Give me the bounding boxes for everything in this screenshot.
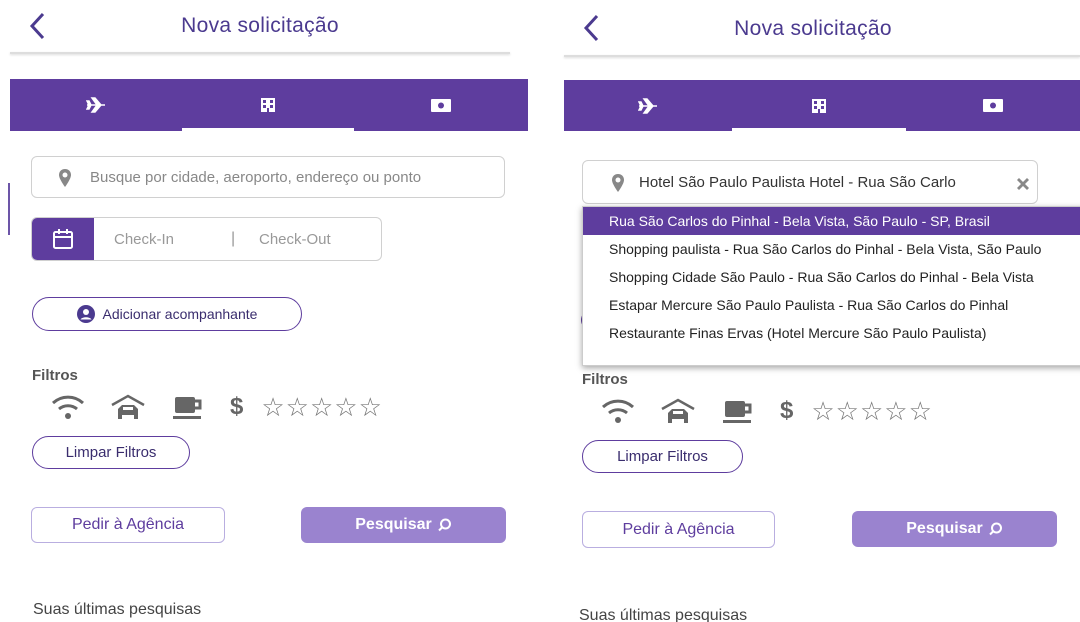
calendar-icon — [53, 229, 73, 249]
add-companion-button[interactable]: Adicionar acompanhante — [32, 297, 302, 331]
coffee-icon[interactable] — [170, 393, 206, 421]
hotel-icon — [261, 98, 275, 112]
search-value: Hotel São Paulo Paulista Hotel - Rua São… — [639, 174, 956, 191]
screen-right: Nova solicitação Hotel São Paulo Paulist… — [552, 0, 1080, 622]
location-pin-icon — [59, 169, 71, 187]
ask-agency-button[interactable]: Pedir à Agência — [582, 511, 775, 548]
suggestion-item[interactable]: Shopping paulista - Rua São Carlos do Pi… — [583, 235, 1080, 263]
star-icon[interactable]: ☆ — [359, 394, 382, 420]
page-title: Nova solicitação — [734, 17, 892, 40]
airplane-icon — [638, 97, 657, 114]
suggestion-item[interactable]: Estapar Mercure São Paulo Paulista - Rua… — [583, 291, 1080, 319]
clear-filters-button[interactable]: Limpar Filtros — [32, 436, 190, 469]
car-icon[interactable] — [660, 397, 696, 425]
clear-x-icon[interactable] — [1015, 176, 1031, 192]
category-tabs — [564, 80, 1080, 131]
user-circle-icon — [76, 305, 95, 323]
filter-icons: $ ☆ ☆ ☆ ☆ ☆ — [600, 397, 933, 425]
star-icon[interactable]: ☆ — [860, 398, 883, 424]
check-in-field[interactable]: Check-In — [114, 231, 174, 248]
search-icon — [438, 518, 451, 532]
scroll-indicator — [8, 183, 10, 235]
recent-searches-title: Suas últimas pesquisas — [33, 601, 202, 618]
header-divider — [10, 52, 510, 54]
destination-search-input[interactable]: Hotel São Paulo Paulista Hotel - Rua São… — [582, 160, 1038, 204]
airplane-icon — [86, 97, 105, 113]
search-button[interactable]: Pesquisar — [301, 507, 506, 543]
star-icon[interactable]: ☆ — [884, 398, 907, 424]
wifi-icon[interactable] — [600, 397, 636, 425]
header-divider — [564, 55, 1080, 57]
filters-label: Filtros — [32, 367, 78, 384]
suggestion-item[interactable]: Rua São Carlos do Pinhal - Bela Vista, S… — [583, 207, 1080, 235]
tab-hotels[interactable] — [732, 80, 906, 131]
search-icon — [989, 522, 1002, 536]
clear-filters-button[interactable]: Limpar Filtros — [582, 440, 743, 473]
screen-left: Nova solicitação Busque por cidade, aero… — [0, 0, 540, 622]
filter-icons: $ ☆ ☆ ☆ ☆ ☆ — [50, 393, 383, 421]
car-icon[interactable] — [110, 393, 146, 421]
star-icon[interactable]: ☆ — [286, 394, 309, 420]
tab-flights[interactable] — [564, 80, 732, 131]
star-icon[interactable]: ☆ — [836, 398, 859, 424]
search-placeholder: Busque por cidade, aeroporto, endereço o… — [90, 169, 422, 186]
star-rating-filter[interactable]: ☆ ☆ ☆ ☆ ☆ — [811, 398, 933, 424]
search-button[interactable]: Pesquisar — [852, 511, 1057, 547]
search-button-label: Pesquisar — [906, 520, 983, 537]
suggestion-item[interactable]: Restaurante Finas Ervas (Hotel Mercure S… — [583, 319, 1080, 347]
star-icon[interactable]: ☆ — [334, 394, 357, 420]
category-tabs — [10, 79, 528, 131]
recent-searches-title: Suas últimas pesquisas — [579, 607, 748, 622]
tab-money[interactable] — [354, 79, 528, 131]
star-icon[interactable]: ☆ — [310, 394, 333, 420]
ask-agency-button[interactable]: Pedir à Agência — [31, 507, 225, 543]
tab-hotels[interactable] — [182, 79, 354, 131]
wifi-icon[interactable] — [50, 393, 86, 421]
tab-money[interactable] — [906, 80, 1080, 131]
money-icon — [983, 99, 1003, 112]
coffee-icon[interactable] — [720, 397, 756, 425]
search-button-label: Pesquisar — [355, 516, 432, 533]
price-filter[interactable]: $ — [230, 393, 243, 421]
star-icon[interactable]: ☆ — [261, 394, 284, 420]
autocomplete-dropdown: Rua São Carlos do Pinhal - Bela Vista, S… — [582, 206, 1080, 366]
tab-flights[interactable] — [10, 79, 182, 131]
star-rating-filter[interactable]: ☆ ☆ ☆ ☆ ☆ — [261, 394, 383, 420]
add-companion-label: Adicionar acompanhante — [102, 306, 258, 322]
date-separator: | — [231, 230, 236, 247]
page-title: Nova solicitação — [181, 14, 339, 37]
hotel-icon — [812, 98, 826, 113]
star-icon[interactable]: ☆ — [909, 398, 932, 424]
calendar-button[interactable] — [32, 218, 94, 260]
filters-label: Filtros — [582, 371, 628, 388]
suggestion-item[interactable]: Shopping Cidade São Paulo - Rua São Carl… — [583, 263, 1080, 291]
money-icon — [431, 98, 451, 112]
app-header: Nova solicitação — [552, 0, 1080, 57]
date-range-picker[interactable]: Check-In | Check-Out — [31, 217, 382, 261]
location-pin-icon — [612, 174, 624, 192]
app-header: Nova solicitação — [0, 0, 520, 56]
check-out-field[interactable]: Check-Out — [259, 231, 331, 248]
price-filter[interactable]: $ — [780, 397, 793, 425]
star-icon[interactable]: ☆ — [811, 398, 834, 424]
destination-search-input[interactable]: Busque por cidade, aeroporto, endereço o… — [31, 156, 505, 198]
